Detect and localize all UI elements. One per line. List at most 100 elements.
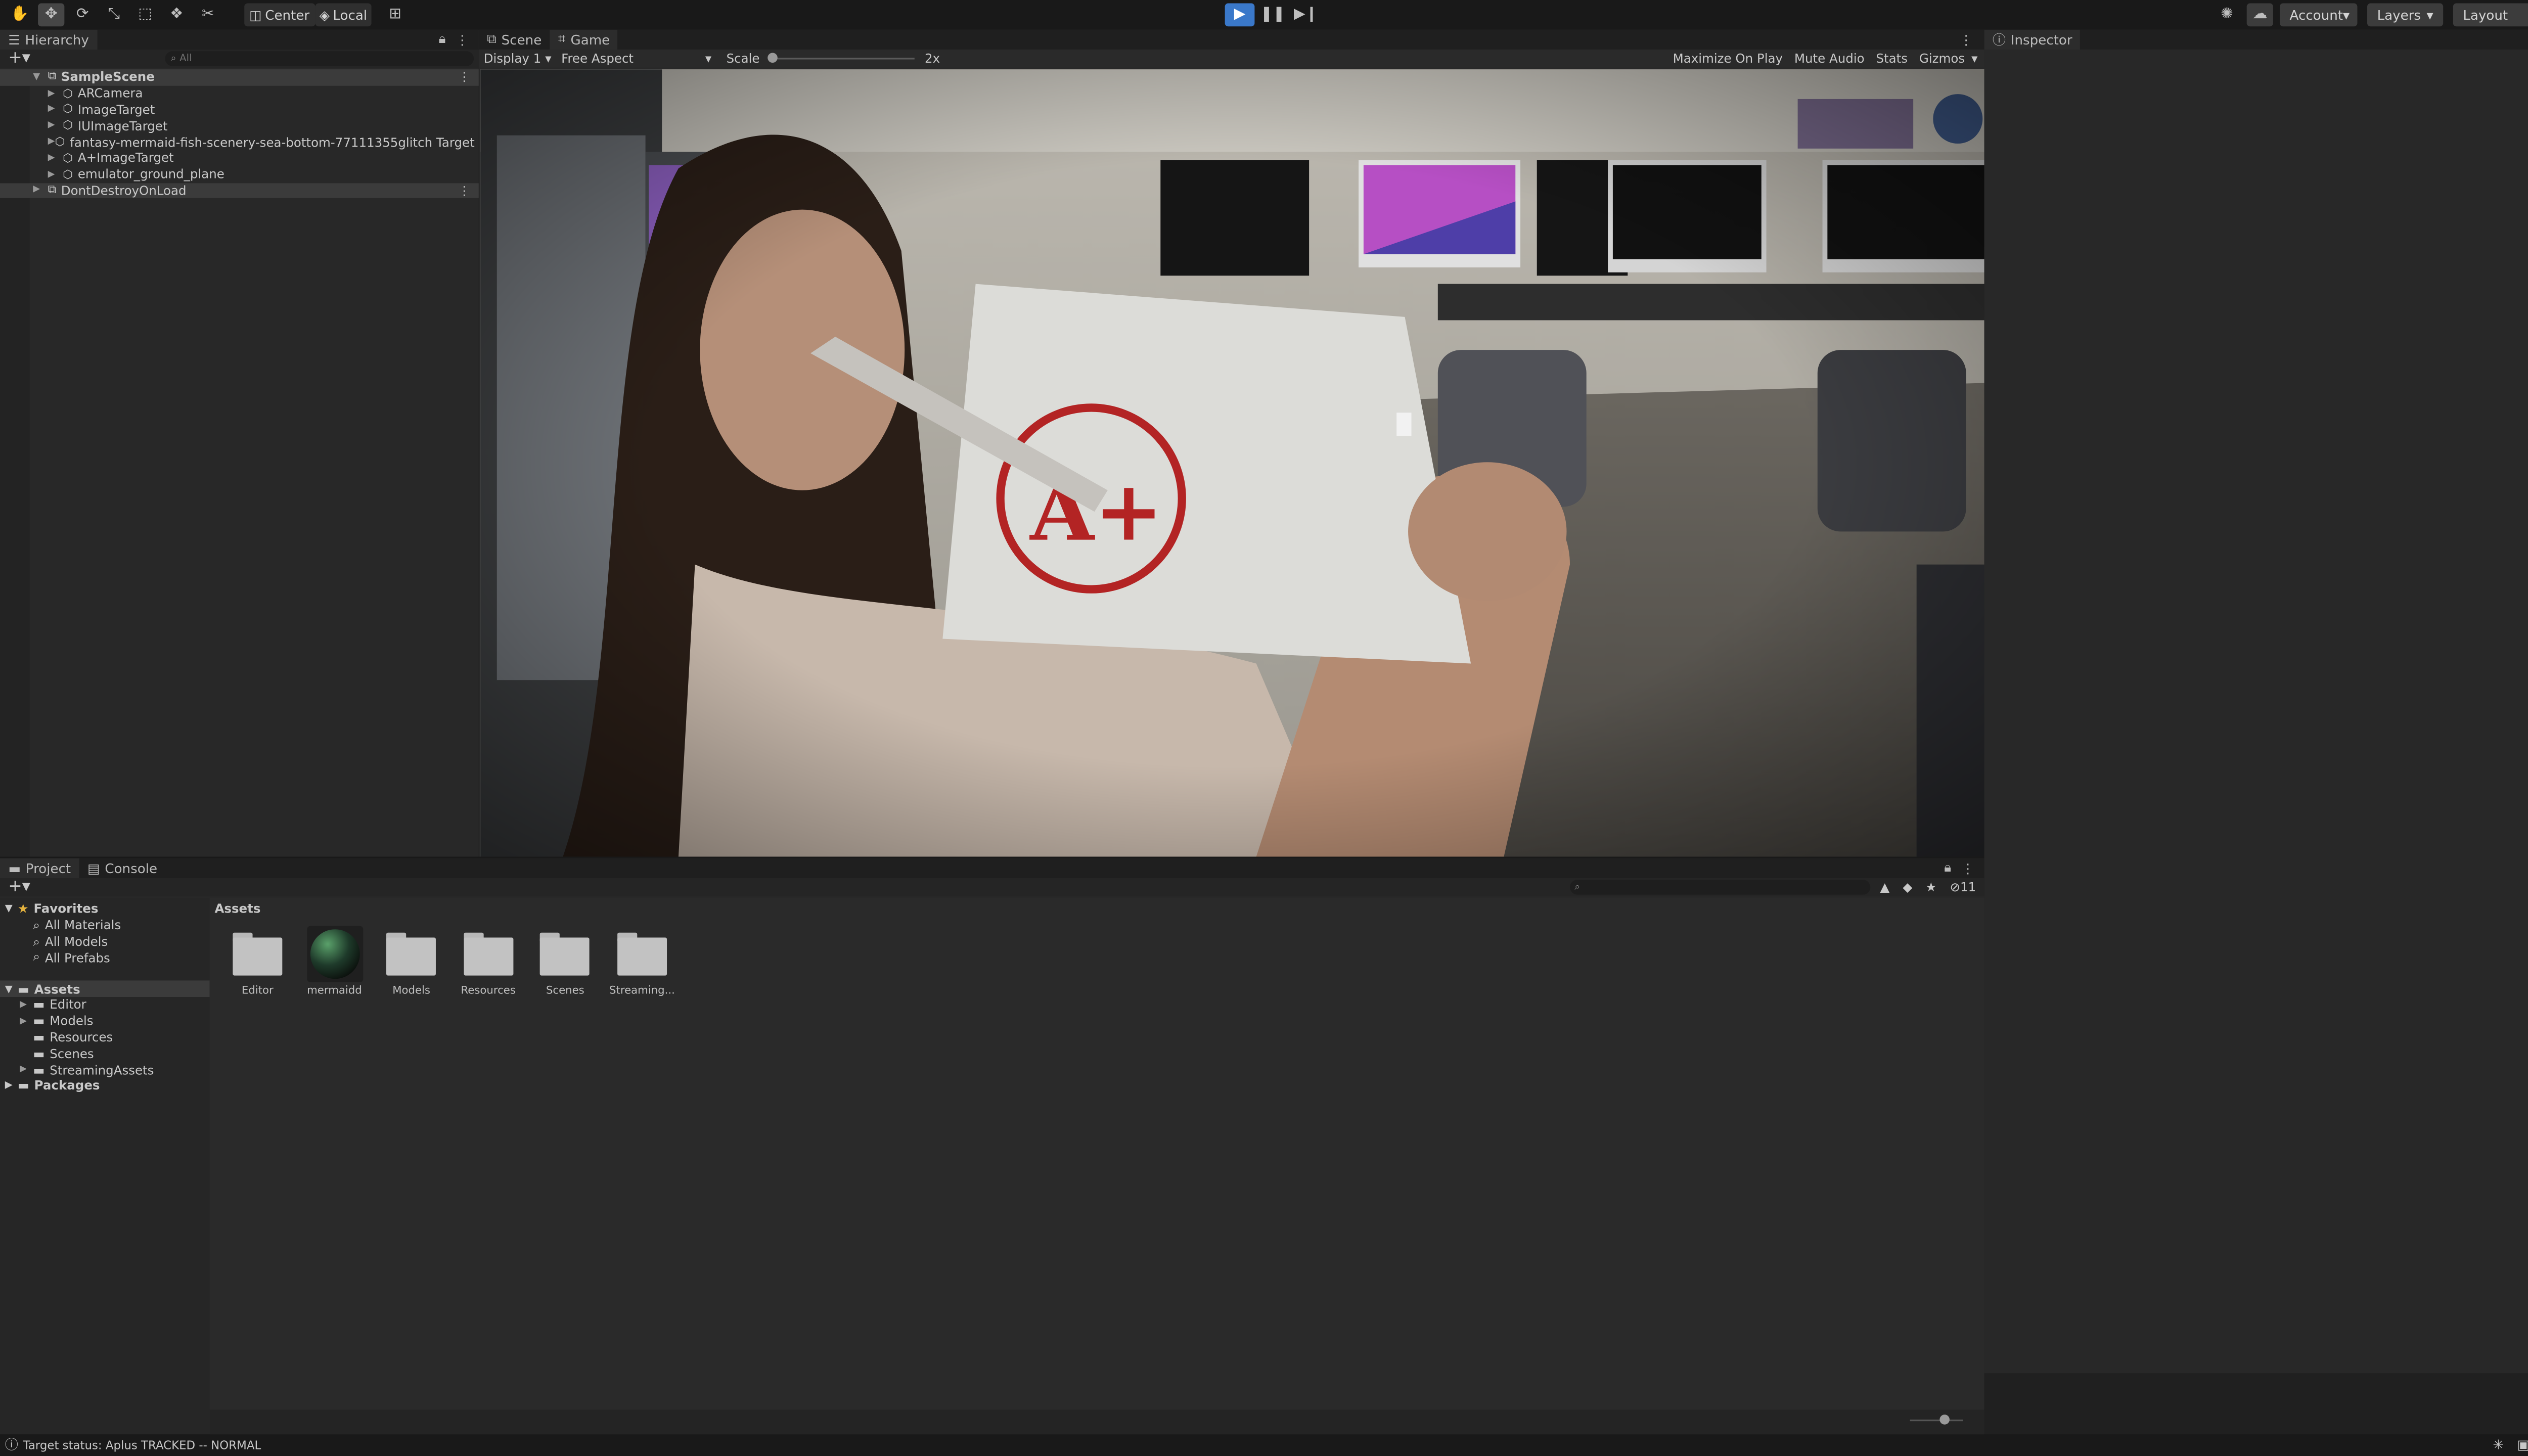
mute-audio-toggle[interactable]: Mute Audio [1794, 51, 1865, 66]
gizmos-toggle[interactable]: Gizmos [1919, 51, 1965, 66]
more-icon[interactable]: ⋮ [456, 32, 469, 47]
grid-snap-icon[interactable]: ⊞ [382, 4, 408, 27]
hierarchy-search[interactable]: ⌕ All [165, 51, 475, 66]
account-dropdown[interactable]: Account ▾ [2279, 3, 2358, 27]
chevron-right-icon[interactable]: ▶ [48, 153, 63, 163]
pivot-toggle[interactable]: ◫ Center [244, 3, 314, 27]
asset-item[interactable]: mermaidd [301, 926, 368, 997]
icon-size-slider-handle[interactable] [1939, 1415, 1950, 1425]
aspect-dropdown[interactable]: Free Aspect ▾ [556, 51, 716, 66]
asset-folder-item[interactable]: ▶ ▬ Editor [0, 997, 210, 1013]
gameobject-icon: ⬡ [63, 119, 73, 133]
play-button[interactable]: ▶ [1225, 3, 1255, 27]
icon-size-slider[interactable] [1910, 1415, 1963, 1425]
chevron-right-icon[interactable]: ▶ [20, 1065, 33, 1075]
chevron-right-icon[interactable]: ▶ [48, 105, 63, 115]
hidden-packages-icon[interactable]: ⊘ [1950, 880, 1960, 894]
hierarchy-item[interactable]: ▶ ⬡ ARCamera [0, 85, 479, 102]
chevron-right-icon[interactable]: ▶ [48, 121, 63, 131]
chevron-right-icon[interactable]: ▶ [48, 88, 63, 99]
custom-tool-icon[interactable]: ✂ [195, 4, 221, 27]
asset-item[interactable]: Streaming... [609, 932, 675, 997]
hierarchy-item[interactable]: ▶ ⬡ IUImageTarget [0, 118, 479, 134]
collab-icon[interactable]: ✺ [2214, 4, 2240, 27]
asset-item[interactable]: Scenes [532, 932, 599, 997]
hierarchy-item[interactable]: ▶ ⬡ emulator_ground_plane [0, 166, 479, 183]
chevron-right-icon[interactable]: ▶ [20, 1000, 33, 1010]
project-search[interactable]: ⌕ [1569, 880, 1870, 895]
hierarchy-item[interactable]: ▼ ⧉ SampleScene ⋮ [0, 69, 479, 86]
favorite-item[interactable]: ⌕ All Models [0, 933, 210, 950]
game-viewport[interactable]: A+ [480, 69, 1984, 857]
search-icon: ⌕ [170, 52, 176, 64]
tab-scene[interactable]: ⧉ Scene [479, 30, 550, 50]
scale-tool-icon[interactable]: ⤡ [101, 4, 127, 27]
hierarchy-item[interactable]: ▶ ⬡ A+ImageTarget [0, 150, 479, 166]
stats-toggle[interactable]: Stats [1876, 51, 1908, 66]
add-icon[interactable]: +▾ [8, 878, 30, 896]
space-toggle[interactable]: ◈ Local [314, 3, 372, 27]
cloud-icon[interactable]: ☁ [2246, 3, 2273, 27]
filter-type-icon[interactable]: ▲ [1880, 880, 1889, 894]
transform-tool-icon[interactable]: ❖ [163, 4, 190, 27]
hierarchy-item[interactable]: ▶ ⬡ ImageTarget [0, 102, 479, 118]
tab-project[interactable]: ▬ Project [0, 858, 79, 878]
rect-tool-icon[interactable]: ⬚ [132, 4, 158, 27]
favorite-item[interactable]: ⌕ All Materials [0, 917, 210, 934]
move-tool-icon[interactable]: ✥ [38, 3, 65, 27]
favorite-item[interactable]: ⌕ All Prefabs [0, 949, 210, 966]
favorites-label: Favorites [33, 901, 99, 917]
chevron-down-icon: ▾ [2343, 7, 2350, 23]
layers-dropdown[interactable]: Layers ▾ [2367, 3, 2444, 27]
star-icon[interactable]: ★ [1925, 880, 1936, 894]
tag-icon[interactable]: ◆ [1903, 880, 1912, 894]
more-icon[interactable]: ⋮ [1961, 861, 1974, 876]
material-sphere-icon [306, 926, 363, 982]
hierarchy-item-label: A+ImageTarget [77, 151, 174, 166]
debug-icon[interactable]: ✳ [2493, 1438, 2504, 1452]
chevron-right-icon[interactable]: ▶ [48, 137, 55, 147]
asset-folder-item[interactable]: ▶ ▬ StreamingAssets [0, 1062, 210, 1078]
chevron-down-icon[interactable]: ▼ [33, 72, 48, 82]
lock-icon[interactable]: 🔒︎ [1944, 860, 1951, 877]
lock-icon[interactable]: 🔒︎ [439, 31, 446, 48]
step-button[interactable]: ▶❙ [1291, 4, 1321, 27]
display-dropdown[interactable]: Display 1 ▾ [479, 51, 556, 66]
more-icon[interactable]: ⋮ [1960, 32, 1973, 47]
hand-tool-icon[interactable]: ✋ [7, 4, 33, 27]
scale-slider[interactable] [768, 53, 915, 63]
status-message[interactable]: Target status: Aplus TRACKED -- NORMAL [23, 1438, 261, 1451]
chevron-right-icon[interactable]: ▶ [33, 186, 48, 196]
chevron-right-icon[interactable]: ▶ [48, 169, 63, 179]
chevron-down-icon[interactable]: ▾ [1971, 51, 1977, 66]
breadcrumb-label[interactable]: Assets [214, 900, 260, 915]
asset-item[interactable]: Models [378, 932, 444, 997]
tab-hierarchy[interactable]: ☰ Hierarchy [0, 29, 98, 50]
hierarchy-item[interactable]: ▶ ⬡ fantasy-mermaid-fish-scenery-sea-botto… [0, 134, 498, 150]
asset-folder-item[interactable]: ▶ ▬ Models [0, 1013, 210, 1029]
packages-row[interactable]: ▶ ▬ Packages [0, 1078, 210, 1094]
more-icon[interactable]: ⋮ [458, 183, 470, 198]
assets-row[interactable]: ▼ ▬ Assets [0, 981, 210, 997]
rotate-tool-icon[interactable]: ⟳ [69, 4, 96, 27]
add-icon[interactable]: +▾ [8, 50, 30, 68]
scale-value: 2x [925, 51, 940, 66]
scale-slider-handle[interactable] [768, 53, 778, 63]
cache-icon[interactable]: ▣ [2517, 1438, 2528, 1452]
tab-inspector[interactable]: ⓘ Inspector [1984, 29, 2081, 50]
hierarchy-item[interactable]: ▶ ⧉ DontDestroyOnLoad ⋮ [0, 183, 479, 199]
tab-game[interactable]: ⌗ Game [550, 29, 618, 50]
asset-folder-item[interactable]: ▬ Resources [0, 1029, 210, 1045]
tab-console[interactable]: ▤ Console [79, 858, 166, 878]
more-icon[interactable]: ⋮ [458, 70, 470, 84]
layout-dropdown[interactable]: Layout▾ [2453, 3, 2528, 27]
asset-label: Streaming... [609, 983, 675, 997]
maximize-on-play-toggle[interactable]: Maximize On Play [1673, 51, 1783, 66]
favorites-row[interactable]: ▼ ★ Favorites [0, 901, 210, 918]
chevron-right-icon[interactable]: ▶ [20, 1016, 33, 1026]
asset-item[interactable]: Editor [224, 932, 291, 997]
asset-folder-item[interactable]: ▬ Scenes [0, 1045, 210, 1062]
pause-button[interactable]: ❚❚ [1258, 4, 1288, 27]
asset-item[interactable]: Resources [455, 932, 521, 997]
game-header: ⧉ Scene ⌗ Game ⋮ [478, 29, 1984, 50]
